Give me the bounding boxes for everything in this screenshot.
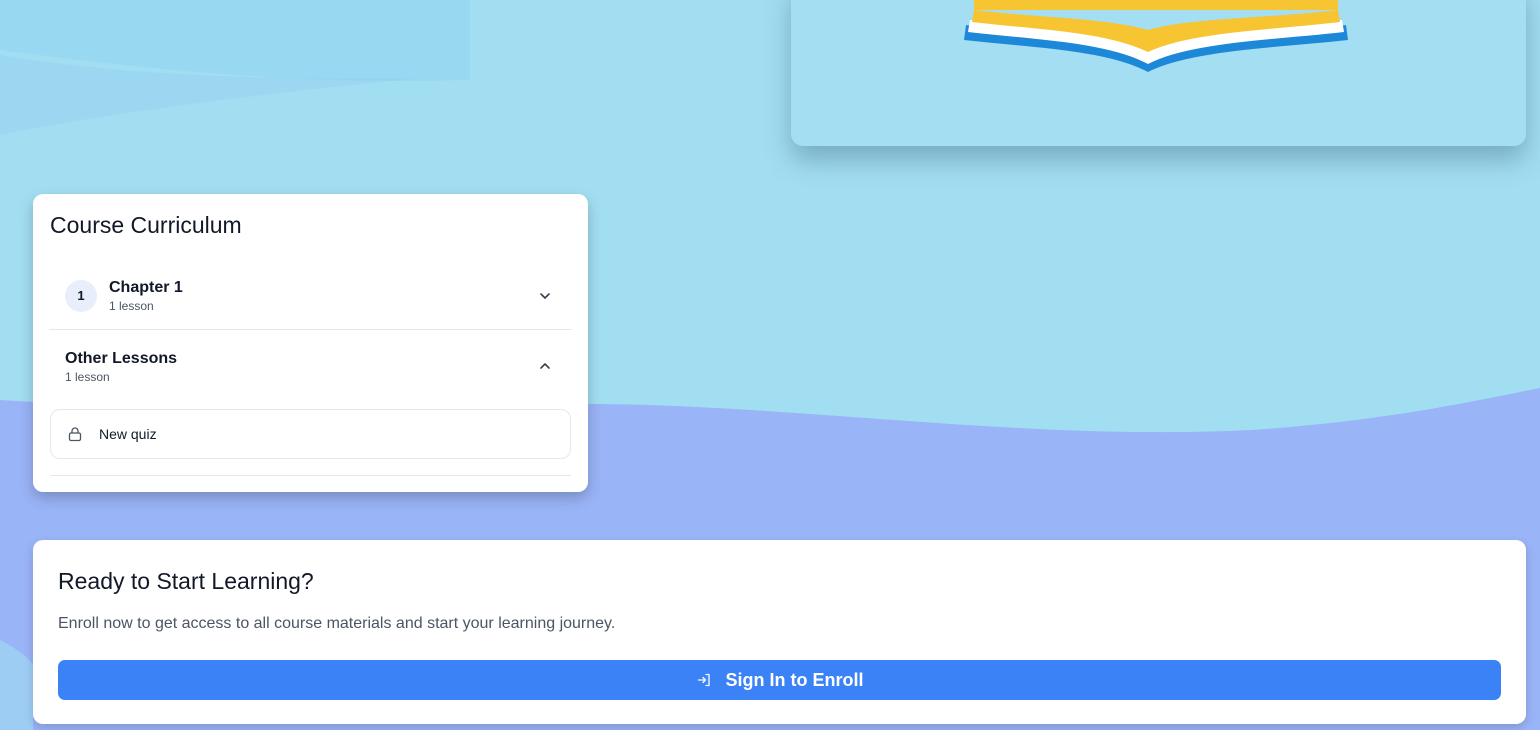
section-other-lessons[interactable]: Other Lessons 1 lesson — [49, 331, 572, 401]
chevron-up-icon[interactable] — [538, 359, 552, 373]
divider — [50, 475, 571, 476]
enroll-cta-card: Ready to Start Learning? Enroll now to g… — [33, 540, 1526, 724]
course-hero-image — [791, 0, 1526, 146]
sign-in-to-enroll-button[interactable]: Sign In to Enroll — [58, 660, 1501, 700]
chapter-number-badge: 1 — [65, 279, 97, 312]
section-lesson-count: 1 lesson — [109, 299, 154, 313]
button-label: Sign In to Enroll — [725, 669, 864, 690]
section-chapter-1[interactable]: 1 Chapter 1 1 lesson — [49, 262, 572, 330]
course-curriculum-card: Course Curriculum 1 Chapter 1 1 lesson O… — [33, 194, 588, 492]
book-logo-illustration — [964, 0, 1348, 72]
lesson-item-new-quiz[interactable]: New quiz — [50, 409, 571, 459]
sign-in-icon — [697, 673, 710, 687]
enroll-description: Enroll now to get access to all course m… — [58, 615, 616, 632]
lock-icon — [68, 427, 82, 442]
section-lesson-count: 1 lesson — [65, 369, 110, 384]
lesson-label: New quiz — [99, 426, 157, 442]
section-title: Chapter 1 — [109, 279, 183, 296]
chevron-down-icon[interactable] — [538, 289, 552, 303]
section-title: Other Lessons — [65, 349, 178, 367]
enroll-title: Ready to Start Learning? — [58, 568, 314, 594]
curriculum-title: Course Curriculum — [50, 212, 242, 238]
